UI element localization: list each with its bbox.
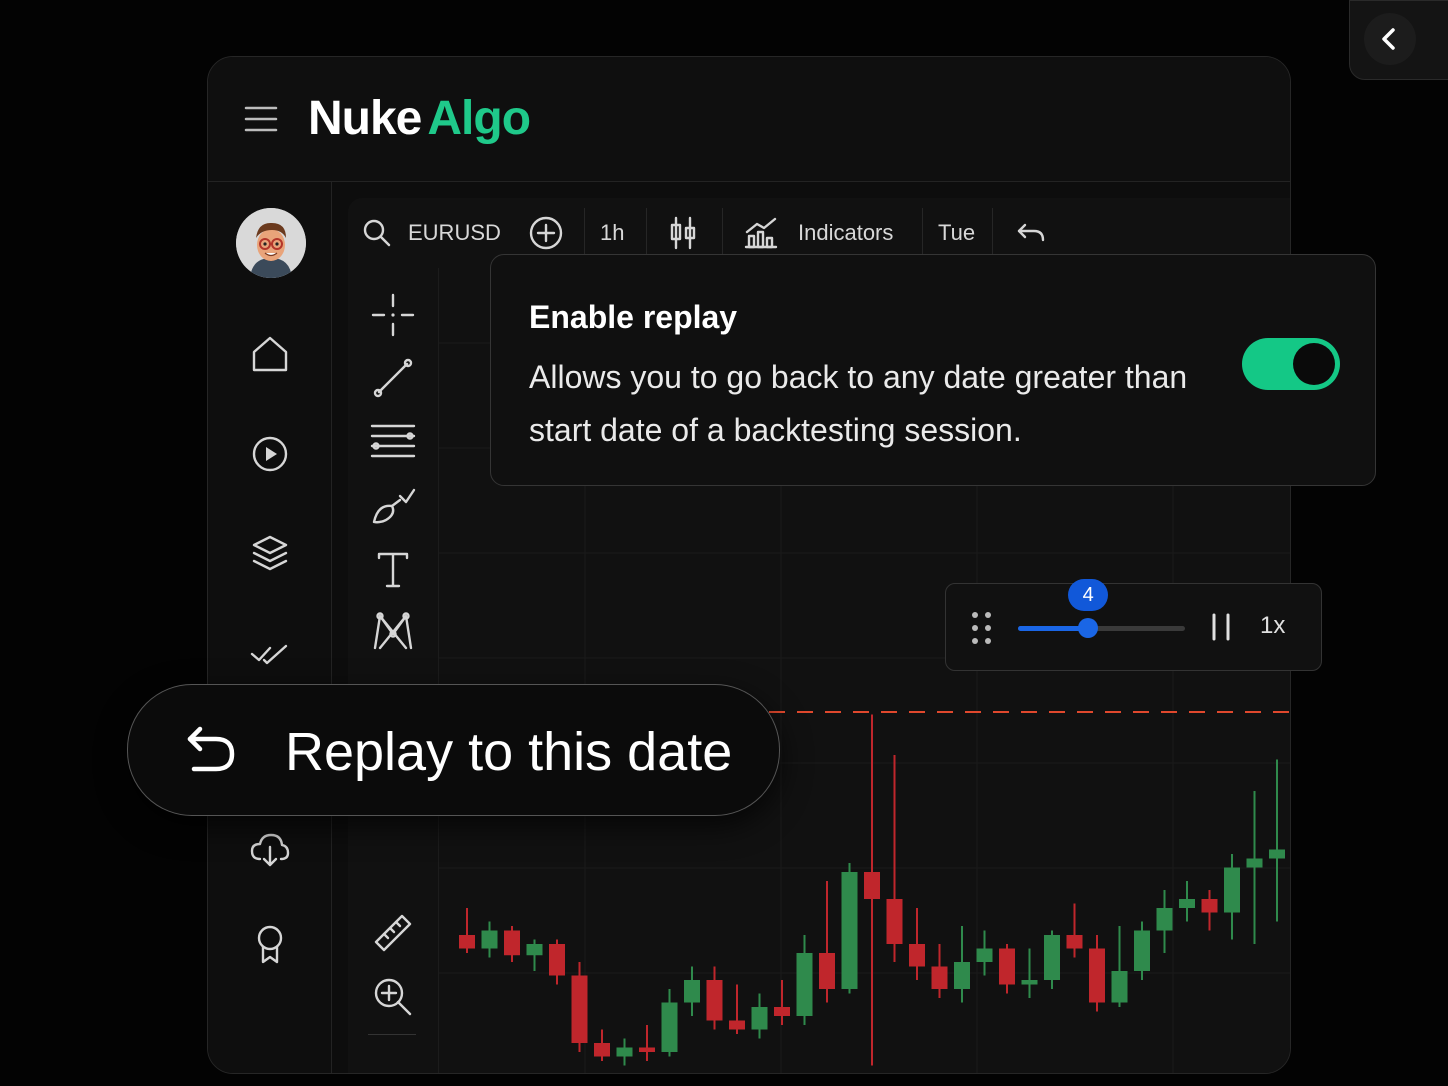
candlestick-icon <box>668 216 698 250</box>
brand-name-part1: Nuke <box>308 92 422 145</box>
layers-icon[interactable] <box>248 532 292 576</box>
candle-body <box>1201 899 1218 913</box>
speed-slider[interactable]: 4 <box>1018 579 1185 638</box>
candle-body <box>526 944 543 956</box>
candle-body <box>1066 935 1083 949</box>
candle-body <box>1021 980 1038 985</box>
ruler-icon[interactable] <box>370 910 416 956</box>
pattern-icon[interactable] <box>370 608 416 654</box>
candle-body <box>886 899 903 944</box>
tools-divider <box>368 1034 416 1035</box>
symbol-label: EURUSD <box>408 220 501 245</box>
interval-label: 1h <box>600 220 625 245</box>
trend-line-icon[interactable] <box>370 355 416 401</box>
zoom-in-icon[interactable] <box>370 974 416 1020</box>
toolbar-divider <box>922 208 923 254</box>
home-icon[interactable] <box>248 332 292 376</box>
candle-body <box>909 944 925 967</box>
candle-body <box>571 975 588 1043</box>
candle-body <box>706 980 723 1021</box>
brush-icon[interactable] <box>370 482 416 528</box>
toolbar-divider <box>646 208 647 254</box>
toolbar-divider <box>584 208 585 254</box>
candle-body <box>481 930 498 949</box>
toggle-knob <box>1293 343 1335 385</box>
collapse-panel-button[interactable] <box>1349 0 1448 80</box>
candle-body <box>864 872 880 899</box>
undo-icon <box>1016 221 1046 245</box>
crosshair-icon[interactable] <box>370 292 416 338</box>
candle-body <box>1044 935 1060 980</box>
candle-body <box>976 948 993 962</box>
enable-replay-toggle[interactable] <box>1242 338 1340 390</box>
replay-title: Enable replay <box>529 299 738 335</box>
candle-body <box>459 935 475 949</box>
candle-body <box>954 962 970 989</box>
play-icon[interactable] <box>248 432 292 476</box>
hamburger-menu-icon[interactable] <box>244 105 278 133</box>
candle-body <box>1179 899 1195 908</box>
candle-body <box>796 953 813 1016</box>
drag-handle-icon[interactable] <box>970 610 994 646</box>
replay-to-date-button[interactable]: Replay to this date <box>127 684 780 816</box>
chevron-left-icon <box>1364 13 1416 65</box>
candle-body <box>774 1007 790 1016</box>
day-label: Tue <box>938 220 976 245</box>
candle-body <box>549 944 565 976</box>
candle-body <box>594 1043 610 1057</box>
candle-body <box>1111 971 1128 1003</box>
candle-body <box>504 930 520 956</box>
app-window: Nuke Algo EURUSD 1h Indicators Tue <box>207 56 1291 1074</box>
toolbar-divider <box>992 208 993 254</box>
top-bar: Nuke Algo <box>208 57 1290 182</box>
sidebar <box>208 182 332 1073</box>
candle-body <box>1134 930 1150 971</box>
replay-arrow-icon <box>186 725 238 775</box>
pause-icon[interactable] <box>1208 612 1234 642</box>
symbol-search[interactable]: EURUSD <box>362 198 501 268</box>
award-icon[interactable] <box>248 922 292 966</box>
speed-multiplier[interactable]: 1x <box>1260 612 1285 640</box>
enable-replay-card: Enable replay Allows you to go back to a… <box>490 254 1376 486</box>
cloud-download-icon[interactable] <box>248 827 292 871</box>
candle-body <box>661 1002 678 1052</box>
drawing-tools-panel <box>348 268 439 1073</box>
candle-body <box>729 1020 745 1030</box>
candle-body <box>841 872 858 989</box>
indicators-chart-icon <box>744 216 778 250</box>
brand-logo: Nuke Algo <box>308 91 531 146</box>
replay-to-date-label: Replay to this date <box>285 722 733 782</box>
candle-body <box>751 1007 768 1030</box>
candle-body <box>684 980 700 1003</box>
avatar[interactable] <box>236 208 306 278</box>
horizontal-lines-icon[interactable] <box>370 418 416 464</box>
indicators-label: Indicators <box>798 220 894 245</box>
text-icon[interactable] <box>370 546 416 592</box>
speed-slider-thumb[interactable] <box>1078 618 1099 638</box>
candle-body <box>931 966 948 989</box>
candle-body <box>639 1047 655 1052</box>
replay-description: Allows you to go back to any date greate… <box>529 359 1188 448</box>
candle-body <box>1156 908 1173 931</box>
candle-body <box>1269 849 1285 859</box>
search-icon <box>362 218 392 248</box>
double-check-icon[interactable] <box>248 632 292 676</box>
toolbar-divider <box>722 208 723 254</box>
candle-body <box>819 953 835 989</box>
candle-body <box>616 1047 633 1057</box>
brand-name-part2: Algo <box>427 92 531 145</box>
candle-body <box>1089 948 1105 1003</box>
plus-circle-icon <box>528 215 564 251</box>
candle-body <box>1224 867 1240 913</box>
candle-body <box>1246 858 1263 868</box>
speed-value-badge: 4 <box>1068 579 1109 611</box>
replay-speed-control: 4 1x <box>945 579 1322 671</box>
candle-body <box>999 948 1015 985</box>
